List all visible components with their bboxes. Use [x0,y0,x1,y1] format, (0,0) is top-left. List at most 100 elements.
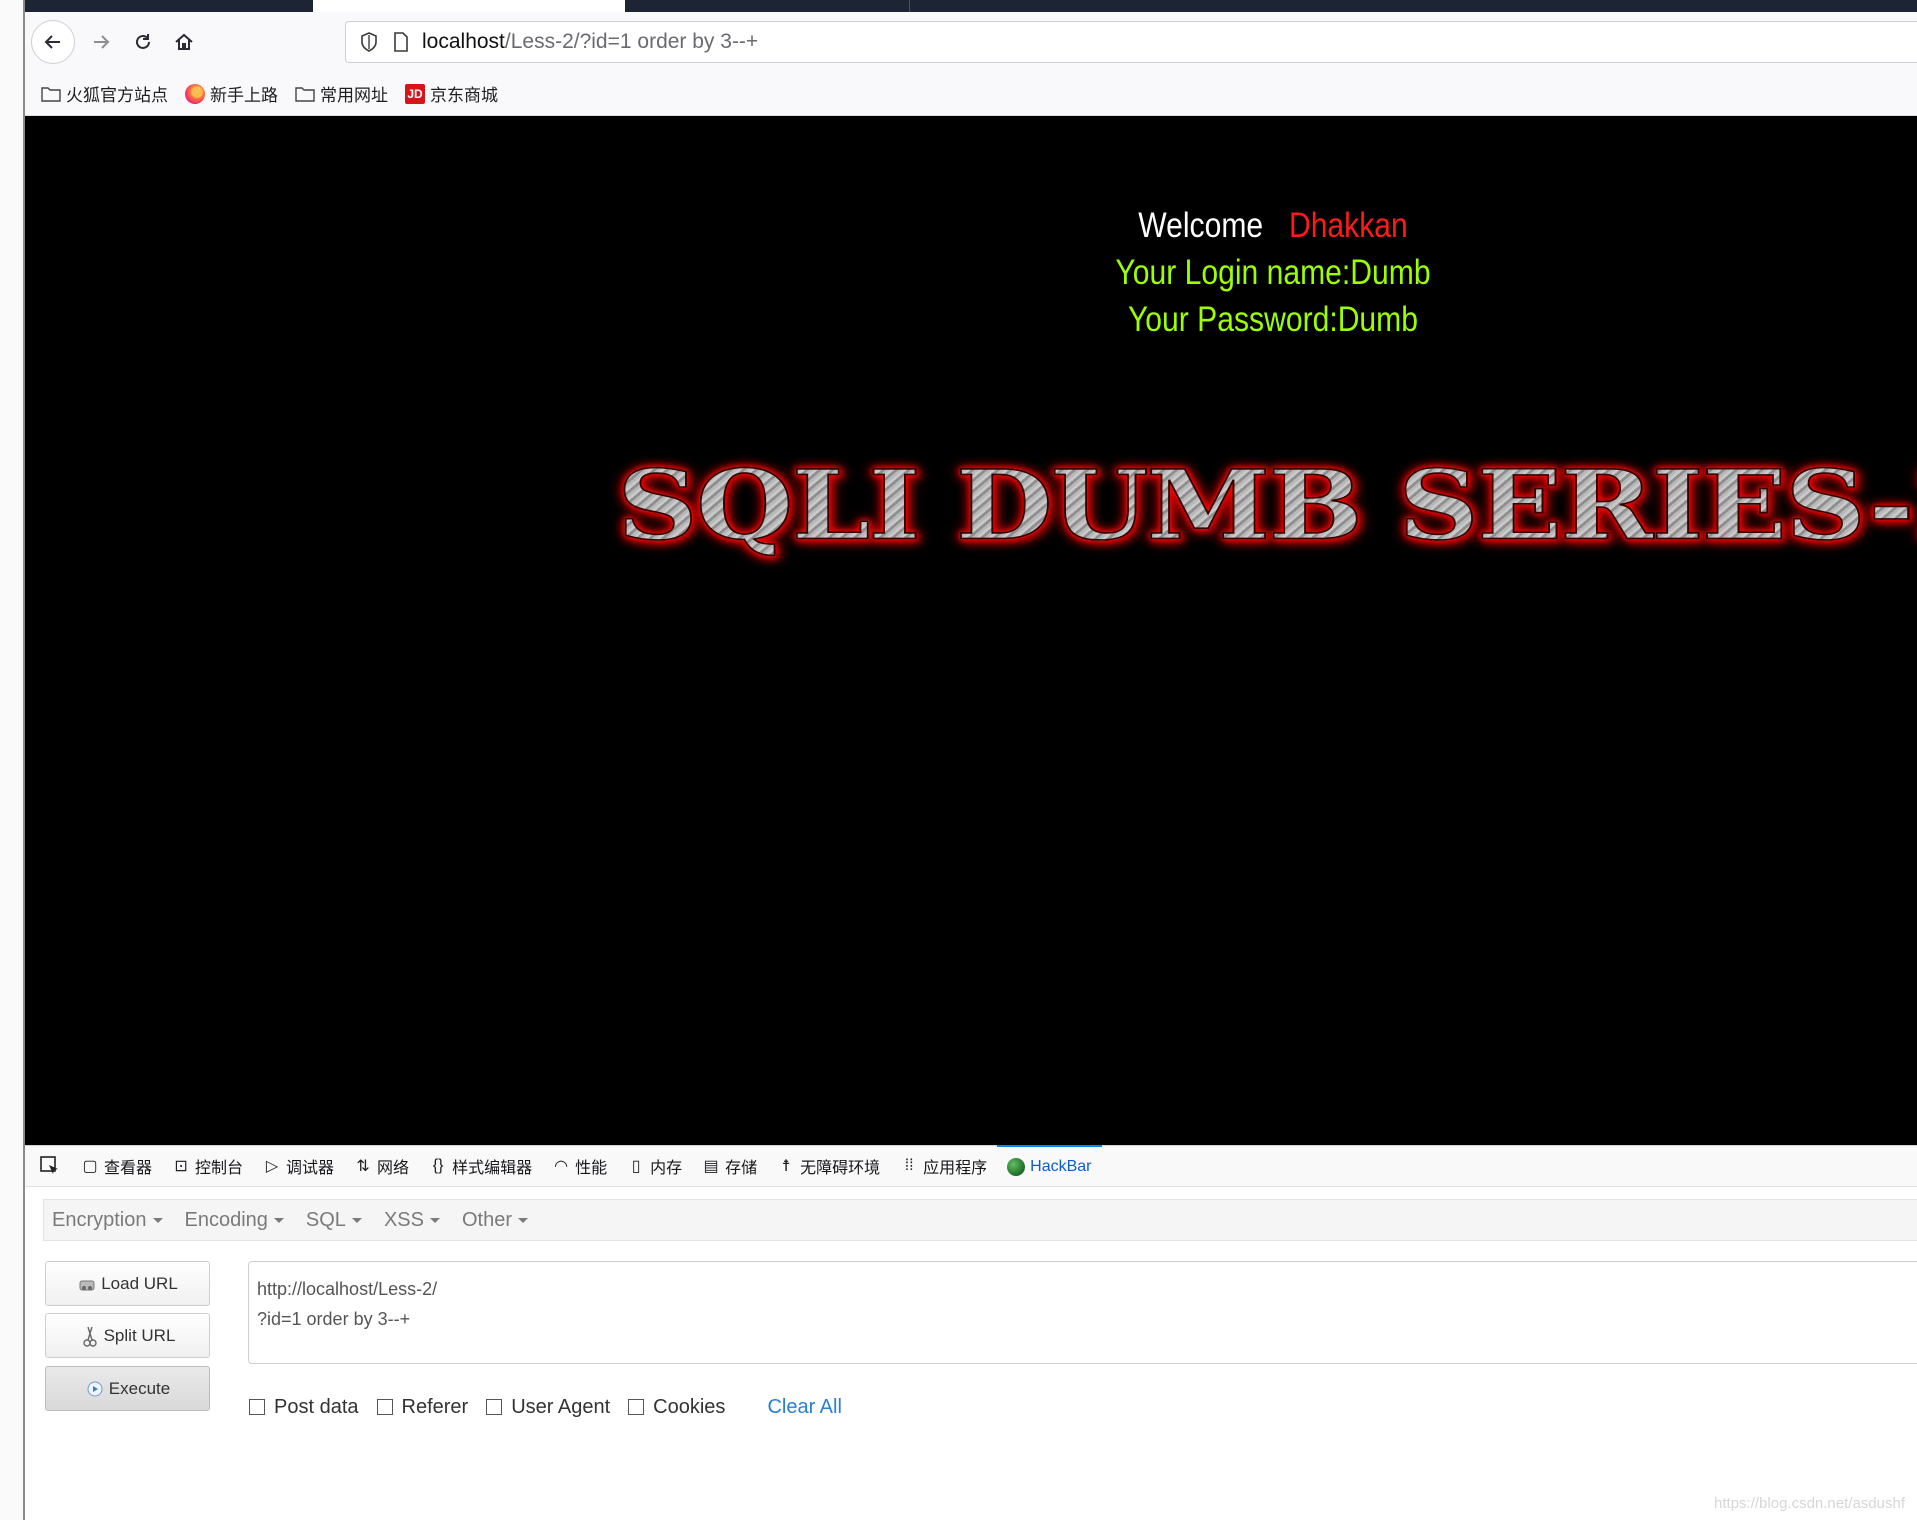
console-icon: ⊡ [174,1158,188,1175]
hackbar-menubar: Encryption Encoding SQL XSS Other [43,1199,1917,1241]
url-line: http://localhost/Less-2/ [257,1279,438,1299]
welcome-line: Welcome Dhakkan [1101,202,1445,249]
network-icon: ⇅ [356,1158,370,1175]
split-url-button[interactable]: Split URL [45,1313,210,1358]
arrow-left-icon [44,35,60,49]
tab-style-editor[interactable]: {} 样式编辑器 [419,1145,542,1187]
shield-icon[interactable] [358,31,380,53]
bookmark-item[interactable]: 火狐官方站点 [40,81,168,106]
menu-other[interactable]: Other [462,1209,528,1232]
url-host: localhost [422,30,505,53]
referer-option[interactable]: Referer [376,1395,469,1419]
tab-label: 样式编辑器 [452,1160,533,1177]
devtools-toolbar: ▢ 查看器 ⊡ 控制台 ▷ 调试器 ⇅ 网络 {} 样式编辑器 ◠ 性能 ▯ 内存 ▤ 存储 ☨… [25,1145,1917,1187]
welcome-text: Welcome [1138,206,1264,245]
bookmark-item[interactable]: 常用网址 [294,81,388,106]
memory-icon: ▯ [631,1158,641,1175]
storage-icon: ▤ [703,1158,719,1175]
tab-label: 控制台 [195,1160,244,1177]
menu-label: XSS [383,1208,424,1231]
password-text: Your Password:Dumb [1127,300,1418,339]
load-url-button[interactable]: Load URL [45,1261,210,1306]
home-button[interactable] [162,20,206,64]
tab-label: 内存 [650,1160,683,1177]
forward-button[interactable] [79,20,123,64]
cookies-option[interactable]: Cookies [628,1396,725,1419]
inspector-icon: ▢ [82,1158,98,1175]
load-url-icon [77,1274,97,1294]
bookmark-label: 新手上路 [210,86,278,105]
tab-debugger[interactable]: ▷ 调试器 [253,1145,344,1187]
folder-icon [40,84,62,104]
url-text[interactable]: localhost/Less-2/?id=1 order by 3--+ [422,30,758,54]
hackbar-icon [1007,1157,1026,1177]
hackbar-panel: Encryption Encoding SQL XSS Other Load U… [25,1187,1917,1520]
navigation-toolbar: localhost/Less-2/?id=1 order by 3--+ [25,12,1917,72]
menu-sql[interactable]: SQL [306,1209,362,1232]
element-picker-icon[interactable] [35,1151,65,1181]
bookmark-item[interactable]: JD 京东商城 [404,81,498,106]
menu-label: Encryption [52,1208,147,1231]
jd-icon: JD [404,83,426,104]
bookmark-label: 火狐官方站点 [66,86,168,105]
option-label: User Agent [511,1395,611,1418]
style-editor-icon: {} [432,1157,444,1174]
url-path: /Less-2/?id=1 order by 3--+ [504,30,759,53]
tab-hackbar[interactable]: HackBar [997,1145,1102,1187]
clear-all-link[interactable]: Clear All [767,1396,841,1419]
tab-network[interactable]: ⇅ 网络 [344,1145,419,1187]
reload-button[interactable] [121,20,165,64]
page-icon[interactable] [390,31,412,53]
option-label: Cookies [653,1395,726,1418]
post-data-option[interactable]: Post data [249,1396,359,1419]
arrow-right-icon [94,35,110,49]
bookmark-label: 京东商城 [430,86,498,105]
hackbar-options: Post data Referer User Agent Cookies Cle… [249,1392,842,1422]
tab-accessibility[interactable]: ☨ 无障碍环境 [767,1145,890,1187]
user-agent-option[interactable]: User Agent [486,1396,610,1419]
tab-application[interactable]: ⁞⁞ 应用程序 [890,1145,997,1187]
play-icon [85,1379,105,1399]
user-agent-checkbox[interactable] [486,1399,503,1415]
login-name-text: Your Login name:Dumb [1115,253,1431,292]
tab-console[interactable]: ⊡ 控制台 [162,1145,253,1187]
firefox-icon [184,83,206,104]
active-tab[interactable] [313,0,625,12]
option-label: Post data [274,1395,359,1418]
performance-icon: ◠ [554,1158,569,1175]
menu-label: Encoding [184,1208,268,1231]
page-viewport: Welcome Dhakkan Your Login name:Dumb Your… [25,116,1917,1145]
tab-label: 存储 [725,1160,758,1177]
home-icon [175,33,193,50]
tab-label: 调试器 [286,1160,335,1177]
option-label: Referer [401,1395,469,1418]
tab-label: 性能 [575,1160,608,1177]
tab-memory[interactable]: ▯ 内存 [617,1145,692,1187]
bookmark-item[interactable]: 新手上路 [184,81,278,106]
folder-icon [294,84,316,104]
address-bar[interactable]: localhost/Less-2/?id=1 order by 3--+ [345,21,1917,63]
tab-label: HackBar [1030,1158,1092,1175]
bookmark-label: 常用网址 [320,86,388,105]
url-textarea[interactable]: http://localhost/Less-2/ ?id=1 order by … [248,1261,1917,1364]
tab-label: 网络 [377,1160,410,1177]
watermark: https://blog.csdn.net/asdushf [1714,1495,1905,1512]
caret-down-icon [429,1217,440,1223]
back-button[interactable] [31,20,75,64]
menu-encryption[interactable]: Encryption [52,1209,163,1232]
tab-label: 应用程序 [923,1160,988,1177]
tab-storage[interactable]: ▤ 存储 [692,1145,767,1187]
caret-down-icon [518,1217,528,1223]
debugger-icon: ▷ [265,1158,279,1175]
tab-inspector[interactable]: ▢ 查看器 [71,1145,162,1187]
execute-button[interactable]: Execute [45,1366,210,1411]
button-label: Load URL [101,1273,178,1293]
referer-checkbox[interactable] [376,1399,393,1415]
scissors-icon [80,1326,100,1347]
menu-xss[interactable]: XSS [384,1209,440,1232]
tab-performance[interactable]: ◠ 性能 [542,1145,617,1187]
tab-label: 查看器 [104,1160,153,1177]
cookies-checkbox[interactable] [628,1399,645,1415]
menu-encoding[interactable]: Encoding [185,1209,284,1232]
post-data-checkbox[interactable] [249,1399,265,1415]
